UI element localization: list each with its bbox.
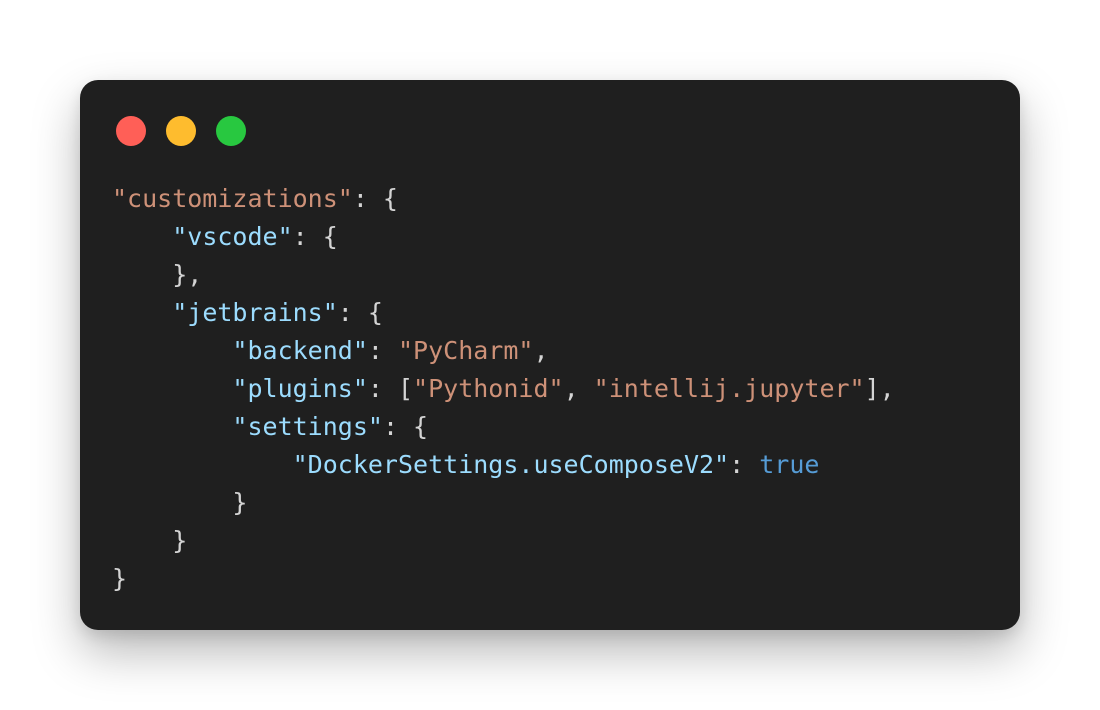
- code-token-punctuation: :: [367, 336, 398, 365]
- code-token-key: "backend": [232, 336, 368, 365]
- code-token-punctuation: :: [729, 450, 760, 479]
- code-token-punctuation: : {: [382, 412, 429, 441]
- code-token-string: "PyCharm": [398, 336, 534, 365]
- code-line: "jetbrains": {: [112, 294, 895, 332]
- code-token-punctuation: : [: [367, 374, 414, 403]
- code-token-punctuation: }: [172, 526, 188, 555]
- code-line: },: [112, 256, 895, 294]
- code-line: "plugins": ["Pythonid", "intellij.jupyte…: [112, 370, 895, 408]
- minimize-dot-icon[interactable]: [166, 116, 196, 146]
- code-token-key: "jetbrains": [172, 298, 338, 327]
- code-token-punctuation: ,: [563, 374, 594, 403]
- code-line: }: [112, 560, 895, 598]
- code-token-string: "Pythonid": [413, 374, 564, 403]
- code-line: "settings": {: [112, 408, 895, 446]
- code-token-punctuation: ],: [864, 374, 895, 403]
- code-line: "backend": "PyCharm",: [112, 332, 895, 370]
- close-dot-icon[interactable]: [116, 116, 146, 146]
- code-line: }: [112, 522, 895, 560]
- code-token-punctuation: ,: [533, 336, 549, 365]
- code-token-punctuation: : {: [292, 222, 338, 251]
- code-token-key: "vscode": [172, 222, 293, 251]
- code-line: }: [112, 484, 895, 522]
- code-token-punctuation: : {: [337, 298, 383, 327]
- code-line: "vscode": {: [112, 218, 895, 256]
- code-token-boolean: true: [759, 450, 820, 479]
- code-token-punctuation: }: [232, 488, 248, 517]
- window-controls: [116, 116, 246, 146]
- code-token-punctuation: }: [112, 564, 128, 593]
- code-token-key: "settings": [232, 412, 383, 441]
- code-token-string: "customizations": [112, 184, 353, 213]
- code-token-punctuation: },: [172, 260, 203, 289]
- code-block: "customizations": { "vscode": { }, "jetb…: [112, 180, 895, 598]
- zoom-dot-icon[interactable]: [216, 116, 246, 146]
- code-token-punctuation: : {: [352, 184, 398, 213]
- code-line: "DockerSettings.useComposeV2": true: [112, 446, 895, 484]
- code-window: "customizations": { "vscode": { }, "jetb…: [80, 80, 1020, 630]
- code-token-key: "plugins": [232, 374, 368, 403]
- code-token-string: "intellij.jupyter": [593, 374, 865, 403]
- code-token-key: "DockerSettings.useComposeV2": [292, 450, 730, 479]
- code-line: "customizations": {: [112, 180, 895, 218]
